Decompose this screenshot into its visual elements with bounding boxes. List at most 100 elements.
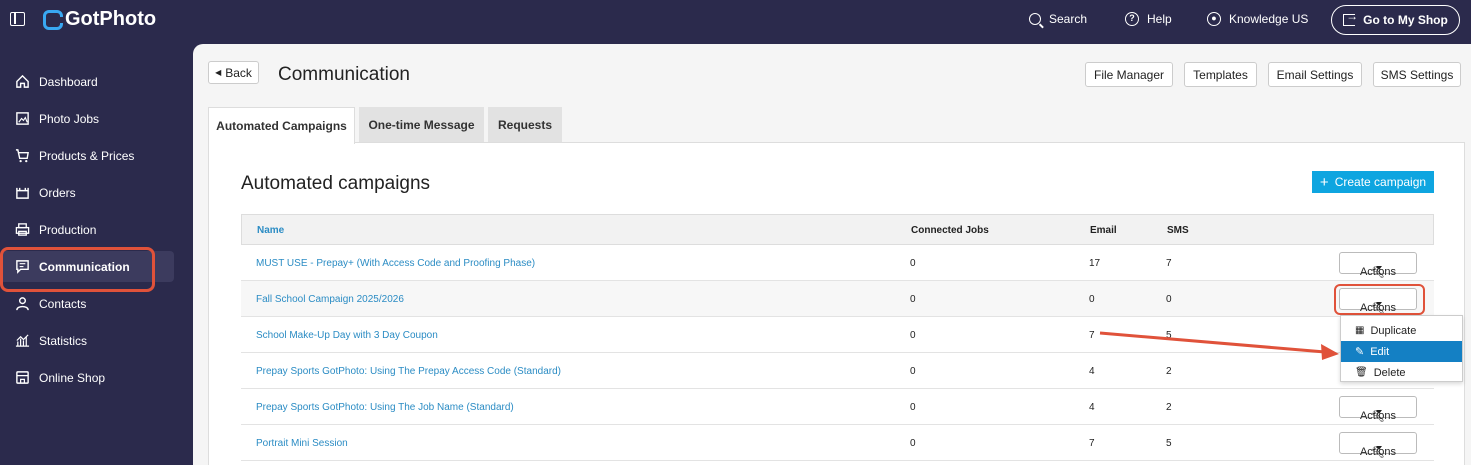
caret-down-icon <box>1376 266 1382 270</box>
trash-icon: 🗑︎ <box>1355 367 1368 378</box>
help-icon: ? <box>1125 12 1139 26</box>
top-bar: GotPhoto Search ? Help ● Knowledge US Go… <box>0 0 1471 40</box>
sidebar-item-products-prices[interactable]: Products & Prices <box>0 140 193 171</box>
sms-count-value: 0 <box>1166 294 1172 305</box>
caret-down-icon <box>1376 410 1382 414</box>
actions-button[interactable]: 🔧︎ Actions <box>1339 396 1417 423</box>
sidebar-item-statistics[interactable]: Statistics <box>0 325 193 356</box>
shop-icon <box>15 370 31 386</box>
back-button[interactable]: ◀ Back <box>208 61 259 84</box>
menu-item-delete[interactable]: 🗑︎ Delete <box>1341 362 1462 383</box>
sidebar-toggle-icon[interactable] <box>10 12 25 26</box>
annotation-arrow-icon <box>1099 331 1339 360</box>
sms-count-value: 7 <box>1166 258 1172 269</box>
connected-jobs-value: 0 <box>910 258 916 269</box>
name-column-header[interactable]: Name <box>257 225 284 236</box>
campaign-name-link[interactable]: Portrait Mini Session <box>256 438 348 449</box>
campaign-name-link[interactable]: Prepay Sports GotPhoto: Using The Prepay… <box>256 366 561 377</box>
actions-dropdown-menu: ▦ Duplicate ✎ Edit 🗑︎ Delete <box>1340 315 1463 382</box>
campaigns-panel: Automated campaigns + Create campaign Na… <box>208 142 1465 465</box>
caret-left-icon: ◀ <box>215 68 222 77</box>
cart-icon <box>15 148 31 164</box>
file-manager-button[interactable]: File Manager <box>1085 62 1173 87</box>
create-campaign-button[interactable]: + Create campaign <box>1312 171 1434 193</box>
shop-button-label: Go to My Shop <box>1363 13 1448 27</box>
campaign-name-link[interactable]: MUST USE - Prepay+ (With Access Code and… <box>256 258 535 269</box>
communication-highlight-box <box>0 247 155 292</box>
email-settings-button[interactable]: Email Settings <box>1268 62 1362 87</box>
sms-count-value: 2 <box>1166 402 1172 413</box>
email-count-value: 7 <box>1089 438 1095 449</box>
image-icon <box>15 111 31 127</box>
chart-icon <box>15 333 31 349</box>
plus-icon: + <box>1319 173 1329 191</box>
connected-jobs-value: 0 <box>910 438 916 449</box>
search-label: Search <box>1049 12 1088 26</box>
table-row: Fall School Campaign 2025/2026 0 0 0 🔧︎ … <box>241 281 1434 317</box>
table-row: Portrait Mini Session 0 7 5 🔧︎ Actions <box>241 425 1434 461</box>
email-count-value: 17 <box>1089 258 1101 269</box>
sidebar-nav: Dashboard Photo Jobs Products & Prices O… <box>0 66 193 399</box>
help-label: Help <box>1147 12 1172 26</box>
email-column-header: Email <box>1090 225 1117 236</box>
campaign-name-link[interactable]: Fall School Campaign 2025/2026 <box>256 294 404 305</box>
person-icon <box>15 296 31 312</box>
panel-title: Automated campaigns <box>241 173 431 194</box>
connected-jobs-value: 0 <box>910 366 916 377</box>
sidebar-item-dashboard[interactable]: Dashboard <box>0 66 193 97</box>
menu-item-edit[interactable]: ✎ Edit <box>1341 341 1462 362</box>
sms-column-header: SMS <box>1167 225 1189 236</box>
create-campaign-label: Create campaign <box>1334 175 1427 189</box>
sidebar-item-orders[interactable]: Orders <box>0 177 193 208</box>
brand-logo[interactable]: GotPhoto <box>43 8 156 31</box>
sidebar-item-label: Production <box>39 222 97 237</box>
sidebar-item-photo-jobs[interactable]: Photo Jobs <box>0 103 193 134</box>
menu-item-label: Duplicate <box>1370 324 1417 337</box>
templates-button[interactable]: Templates <box>1184 62 1257 87</box>
tab-requests[interactable]: Requests <box>488 107 562 143</box>
main-content: ◀ Back Communication File Manager Templa… <box>193 44 1471 465</box>
printer-icon <box>15 222 31 238</box>
sidebar-item-label: Photo Jobs <box>39 111 100 126</box>
campaign-name-link[interactable]: School Make-Up Day with 3 Day Coupon <box>256 330 438 341</box>
sms-settings-button[interactable]: SMS Settings <box>1373 62 1461 87</box>
menu-item-duplicate[interactable]: ▦ Duplicate <box>1341 320 1462 341</box>
sidebar-item-label: Products & Prices <box>39 148 135 163</box>
connected-jobs-value: 0 <box>910 402 916 413</box>
sidebar-item-label: Orders <box>39 185 76 200</box>
actions-button[interactable]: 🔧︎ Actions <box>1339 252 1417 279</box>
email-count-value: 7 <box>1089 330 1095 341</box>
sidebar-item-contacts[interactable]: Contacts <box>0 288 193 319</box>
email-count-value: 4 <box>1089 402 1095 413</box>
sidebar-item-online-shop[interactable]: Online Shop <box>0 362 193 393</box>
user-icon: ● <box>1207 12 1221 26</box>
table-icon: ▦ <box>1355 325 1365 336</box>
actions-button[interactable]: 🔧︎ Actions <box>1339 432 1417 459</box>
campaign-name-link[interactable]: Prepay Sports GotPhoto: Using The Job Na… <box>256 402 514 413</box>
search-icon <box>1029 13 1041 25</box>
sidebar-item-label: Statistics <box>39 333 88 348</box>
exit-icon <box>1343 9 1358 26</box>
table-row: MUST USE - Prepay+ (With Access Code and… <box>241 245 1434 281</box>
home-icon <box>15 74 31 90</box>
menu-item-label: Edit <box>1370 345 1390 358</box>
search-link[interactable]: Search <box>1029 12 1087 26</box>
tab-one-time-message[interactable]: One-time Message <box>359 107 484 143</box>
sidebar-item-label: Online Shop <box>39 370 106 385</box>
sidebar-item-label: Contacts <box>39 296 87 311</box>
help-link[interactable]: ? Help <box>1125 12 1172 26</box>
email-count-value: 4 <box>1089 366 1095 377</box>
sidebar-item-production[interactable]: Production <box>0 214 193 245</box>
pencil-icon: ✎ <box>1355 346 1365 358</box>
tab-automated-campaigns[interactable]: Automated Campaigns <box>208 107 355 144</box>
connected-jobs-value: 0 <box>910 330 916 341</box>
jobs-column-header: Connected Jobs <box>911 225 989 236</box>
brand-name: GotPhoto <box>65 8 157 30</box>
table-row: Prepay Sports GotPhoto: Using The Job Na… <box>241 389 1434 425</box>
sidebar-item-label: Dashboard <box>39 74 98 89</box>
go-to-shop-button[interactable]: Go to My Shop <box>1331 5 1460 35</box>
email-count-value: 0 <box>1089 294 1095 305</box>
account-link[interactable]: ● Knowledge US <box>1207 12 1308 26</box>
menu-item-label: Delete <box>1373 366 1406 379</box>
account-label: Knowledge US <box>1229 12 1309 26</box>
